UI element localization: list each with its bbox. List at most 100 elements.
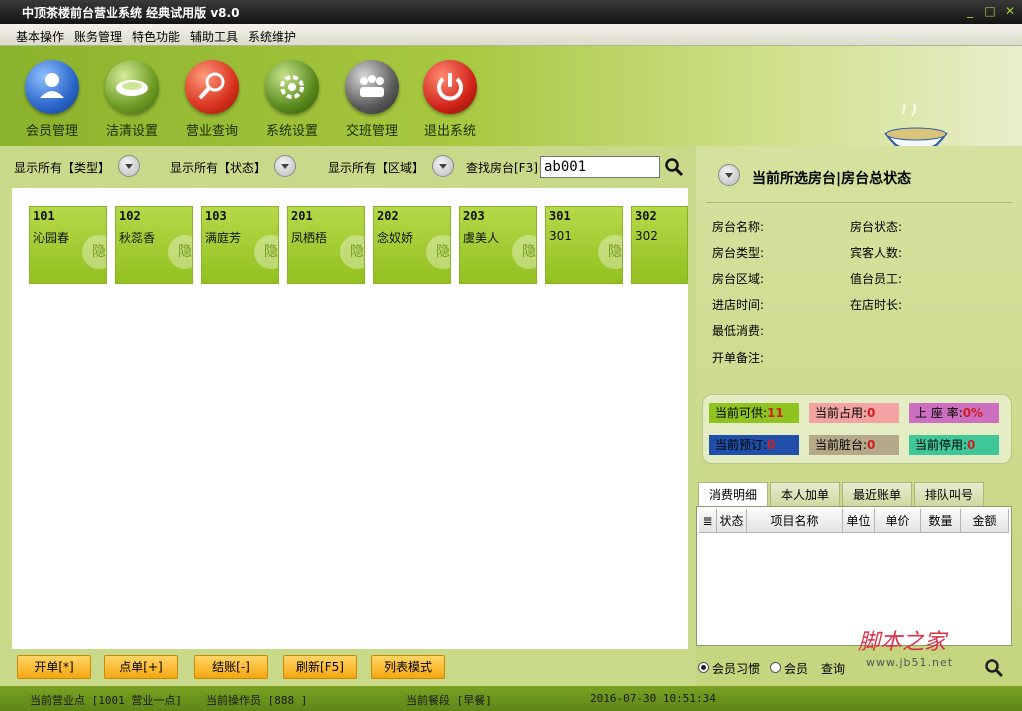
room-tile-101[interactable]: 101 沁园春 隐 — [29, 206, 107, 284]
room-tile-301[interactable]: 301 301 隐 — [545, 206, 623, 284]
minimize-button[interactable]: _ — [962, 3, 978, 19]
room-grid: 101 沁园春 隐 102 秋蕊香 隐 103 满庭芳 隐 201 凤栖梧 隐 … — [12, 188, 688, 649]
room-tile-202[interactable]: 202 念奴娇 隐 — [373, 206, 451, 284]
room-number: 201 — [291, 209, 313, 223]
title-bar: 中顶茶楼前台营业系统 经典试用版 v8.0 _ □ ✕ — [0, 0, 1022, 24]
toolbar-label: 会员管理 — [25, 124, 78, 139]
column-header[interactable]: 状态 — [717, 509, 747, 533]
filter-type-dropdown[interactable] — [118, 155, 140, 177]
close-button[interactable]: ✕ — [1002, 3, 1018, 19]
tab-consumption-detail[interactable]: 消费明细 — [698, 482, 768, 506]
room-status-dropdown[interactable] — [718, 164, 740, 186]
system-settings-button[interactable]: 系统设置 — [258, 58, 326, 139]
watermark-logo: 脚本之家 — [858, 630, 947, 655]
list-mode-button[interactable]: 列表模式 — [371, 655, 445, 679]
checkout-button[interactable]: 结账[-] — [194, 655, 268, 679]
menu-tools[interactable]: 辅助工具 — [190, 28, 238, 45]
member-habit-label: 会员习惯 — [712, 662, 761, 676]
gear-icon — [265, 60, 319, 114]
exit-system-button[interactable]: 退出系统 — [416, 58, 484, 139]
room-logo-icon: 隐 — [82, 235, 106, 269]
room-number: 102 — [119, 209, 141, 223]
room-status-label: 房台状态: — [850, 220, 903, 234]
room-tile-201[interactable]: 201 凤栖梧 隐 — [287, 206, 365, 284]
query-search-icon[interactable] — [984, 658, 1004, 678]
room-logo-icon: 隐 — [340, 235, 364, 269]
room-type-label: 房台类型: — [712, 246, 765, 260]
room-name: 302 — [635, 229, 658, 243]
column-header[interactable]: 单价 — [875, 509, 921, 533]
member-management-button[interactable]: 会员管理 — [18, 58, 86, 139]
refresh-button[interactable]: 刷新[F5] — [283, 655, 357, 679]
toolbar-label: 交班管理 — [345, 124, 398, 139]
filter-status-label: 显示所有【状态】 — [170, 161, 267, 175]
checkin-time-label: 进店时间: — [712, 298, 765, 312]
toolbar-label: 营业查询 — [185, 124, 238, 139]
status-panel: 当前所选房台|房台总状态 房台名称: 房台类型: 房台区域: 进店时间: 最低消… — [696, 146, 1022, 686]
business-point-status: 当前营业点 [1001 营业一点] — [30, 694, 182, 707]
column-header[interactable]: 单位 — [843, 509, 875, 533]
magnifier-icon — [185, 60, 239, 114]
room-panel: 显示所有【类型】 显示所有【状态】 显示所有【区域】 查找房台[F3] 101 … — [8, 146, 690, 686]
datetime-status: 2016-07-30 10:51:34 — [590, 692, 716, 705]
room-search-input[interactable] — [540, 156, 660, 178]
status-bar: 当前营业点 [1001 营业一点] 当前操作员 [888 ] 当前餐段 [早餐]… — [0, 686, 1022, 711]
toolbar-label: 系统设置 — [265, 124, 318, 139]
search-icon[interactable] — [664, 157, 684, 177]
min-spend-label: 最低消费: — [712, 324, 765, 338]
room-logo-icon: 隐 — [168, 235, 192, 269]
guest-count-label: 宾客人数: — [850, 246, 903, 260]
staff-label: 值台员工: — [850, 272, 903, 286]
room-logo-icon: 隐 — [598, 235, 622, 269]
divider — [706, 202, 1012, 203]
filter-bar: 显示所有【类型】 显示所有【状态】 显示所有【区域】 查找房台[F3] — [8, 146, 690, 188]
room-name: 沁园春 — [33, 231, 70, 245]
meal-period-status: 当前餐段 [早餐] — [406, 694, 492, 707]
shift-management-button[interactable]: 交班管理 — [338, 58, 406, 139]
menu-features[interactable]: 特色功能 — [132, 28, 180, 45]
action-bar: 开单[*] 点单[+] 结账[-] 刷新[F5] 列表模式 — [8, 652, 690, 686]
query-label[interactable]: 查询 — [821, 660, 845, 677]
column-selector-icon[interactable]: ≣ — [699, 509, 717, 533]
maximize-button[interactable]: □ — [982, 3, 998, 19]
toolbar-label: 退出系统 — [423, 124, 476, 139]
column-header[interactable]: 数量 — [921, 509, 961, 533]
tab-recent-bills[interactable]: 最近账单 — [842, 482, 912, 506]
room-number: 301 — [549, 209, 571, 223]
search-label: 查找房台[F3] — [466, 161, 538, 175]
room-name: 虞美人 — [463, 231, 500, 245]
reserved-stat: 当前预订:0 — [709, 435, 799, 455]
power-icon — [423, 60, 477, 114]
room-number: 103 — [205, 209, 227, 223]
room-number: 203 — [463, 209, 485, 223]
operator-status: 当前操作员 [888 ] — [206, 694, 308, 707]
clean-settings-button[interactable]: 洁清设置 — [98, 58, 166, 139]
menu-basic-ops[interactable]: 基本操作 — [16, 28, 64, 45]
column-header[interactable]: 金额 — [961, 509, 1009, 533]
room-tile-103[interactable]: 103 满庭芳 隐 — [201, 206, 279, 284]
menu-maintenance[interactable]: 系统维护 — [248, 28, 296, 45]
window-title: 中顶茶楼前台营业系统 经典试用版 v8.0 — [22, 6, 240, 20]
filter-type-label: 显示所有【类型】 — [14, 161, 111, 175]
room-name: 301 — [549, 229, 572, 243]
room-name: 念奴娇 — [377, 231, 414, 245]
tab-my-additions[interactable]: 本人加单 — [770, 482, 840, 506]
room-tile-102[interactable]: 102 秋蕊香 隐 — [115, 206, 193, 284]
stay-duration-label: 在店时长: — [850, 298, 903, 312]
menu-accounts[interactable]: 账务管理 — [74, 28, 122, 45]
room-tile-203[interactable]: 203 虞美人 隐 — [459, 206, 537, 284]
member-radio[interactable] — [770, 662, 781, 673]
tab-queue-call[interactable]: 排队叫号 — [914, 482, 984, 506]
filter-status-dropdown[interactable] — [274, 155, 296, 177]
room-logo-icon: 隐 — [512, 235, 536, 269]
column-header[interactable]: 项目名称 — [747, 509, 843, 533]
business-query-button[interactable]: 营业查询 — [178, 58, 246, 139]
add-item-button[interactable]: 点单[+] — [104, 655, 178, 679]
filter-area-dropdown[interactable] — [432, 155, 454, 177]
open-order-button[interactable]: 开单[*] — [17, 655, 91, 679]
room-number: 202 — [377, 209, 399, 223]
room-tile-302[interactable]: 302 302 — [631, 206, 688, 284]
member-habit-radio[interactable] — [698, 662, 709, 673]
occupancy-rate-stat: 上 座 率:0% — [909, 403, 999, 423]
available-stat: 当前可供:11 — [709, 403, 799, 423]
